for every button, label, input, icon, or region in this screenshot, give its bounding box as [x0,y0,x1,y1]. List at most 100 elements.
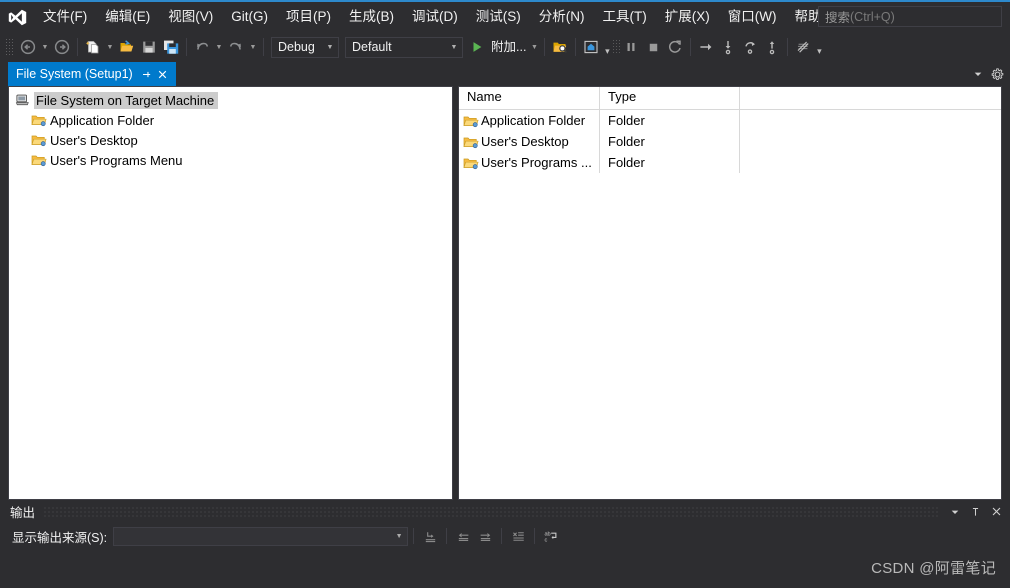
tab-strip-buttons [973,62,1010,86]
debug-overflow-icon[interactable]: ▾ [814,33,824,62]
toolbar-grip[interactable] [5,38,15,56]
save-icon[interactable] [138,36,160,58]
target-machine-icon [15,92,34,108]
step-up-icon[interactable] [761,36,783,58]
restart-icon[interactable] [664,36,686,58]
gear-icon[interactable] [991,67,1004,81]
new-project-dropdown[interactable]: ▼ [104,36,116,58]
attach-label[interactable]: 附加... [488,36,528,58]
menu-item-extensions[interactable]: 扩展(X) [656,5,719,29]
table-row-3[interactable]: User's Programs ... Folder [459,152,1001,173]
watermark: CSDN @阿雷笔记 [871,560,996,577]
previous-message-icon[interactable] [452,525,474,547]
start-debug-icon[interactable] [466,36,488,58]
cell-type: Folder [608,113,645,128]
file-system-tree-pane[interactable]: File System on Target Machine Applicatio… [8,86,453,500]
column-header-name[interactable]: Name [459,87,600,109]
navigate-backward-dropdown[interactable]: ▼ [39,36,51,58]
output-toolbar-separator-3 [501,528,503,544]
folder-icon-3 [463,155,481,171]
toolbar-separator [77,38,78,56]
output-title-bar: 输出 [0,500,1010,523]
cell-type-3: Folder [608,155,645,170]
chevron-down-icon[interactable]: ▼ [322,44,338,51]
pin-icon[interactable] [970,506,981,518]
tab-file-system-setup1[interactable]: File System (Setup1) [8,62,176,86]
chevron-down-icon[interactable] [950,507,960,517]
tab-label: File System (Setup1) [16,67,133,81]
menu-item-git[interactable]: Git(G) [222,5,277,29]
toolbar-separator-7 [787,38,789,56]
cell-name: Application Folder [459,113,600,129]
visual-studio-logo-icon [0,2,34,32]
menu-item-analyze[interactable]: 分析(N) [530,5,594,29]
next-message-icon[interactable] [474,525,496,547]
table-row[interactable]: Application Folder Folder [459,110,1001,131]
step-out-icon[interactable] [739,36,761,58]
grid-line-1 [599,110,600,173]
preview-overflow-icon[interactable]: ▾ [602,33,612,62]
menu-item-tools[interactable]: 工具(T) [594,5,656,29]
tree-node-root[interactable]: File System on Target Machine [9,90,452,110]
tree-node-users-programs-menu[interactable]: User's Programs Menu [9,150,452,170]
solution-platforms-combo[interactable]: Default ▼ [345,36,463,58]
new-project-icon[interactable] [82,36,104,58]
undo-dropdown[interactable]: ▼ [213,36,225,58]
attach-dropdown[interactable]: ▼ [528,36,540,58]
preview-selected-items-icon[interactable] [580,36,602,58]
close-icon[interactable] [991,506,1002,517]
cell-name-3: User's Programs ... [459,155,600,171]
step-over-icon[interactable] [695,36,717,58]
undo-icon[interactable] [191,36,213,58]
chevron-down-icon-2[interactable]: ▼ [446,44,462,51]
output-text-area[interactable]: CSDN @阿雷笔记 [0,549,1010,588]
menu-item-debug[interactable]: 调试(D) [403,5,467,29]
menu-items: 文件(F) 编辑(E) 视图(V) Git(G) 项目(P) 生成(B) 调试(… [34,2,849,32]
search-placeholder-text: 搜索 [825,11,851,25]
navigate-forward-icon[interactable] [51,36,73,58]
menu-item-test[interactable]: 测试(S) [467,5,530,29]
output-toolbar-separator-4 [534,528,536,544]
output-source-combo[interactable]: ▼ [113,526,409,546]
find-in-files-icon[interactable] [549,36,571,58]
output-title-drag-area[interactable] [43,506,940,517]
clear-all-icon[interactable] [507,525,529,547]
navigate-backward-icon[interactable] [17,36,39,58]
table-row-2[interactable]: User's Desktop Folder [459,131,1001,152]
menu-item-edit[interactable]: 编辑(E) [96,5,159,29]
menu-item-view[interactable]: 视图(V) [159,5,222,29]
menu-item-file[interactable]: 文件(F) [34,5,96,29]
tree-node-application-folder[interactable]: Application Folder [9,110,452,130]
column-header-type[interactable]: Type [600,87,740,109]
redo-icon[interactable] [225,36,247,58]
open-file-icon[interactable] [116,36,138,58]
step-into-icon[interactable] [717,36,739,58]
toolbar-grip-2[interactable] [612,39,621,55]
document-tab-strip: File System (Setup1) [0,62,1010,86]
visual-studio-window: 文件(F) 编辑(E) 视图(V) Git(G) 项目(P) 生成(B) 调试(… [0,0,1010,588]
menu-item-project[interactable]: 项目(P) [277,5,340,29]
menu-item-window[interactable]: 窗口(W) [719,5,786,29]
column-header-blank[interactable] [740,87,1001,109]
chevron-down-icon[interactable] [973,69,983,79]
close-icon[interactable] [155,66,171,82]
tree-node-users-desktop[interactable]: User's Desktop [9,130,452,150]
pause-icon[interactable] [620,36,642,58]
menu-item-build[interactable]: 生成(B) [340,5,403,29]
toggle-word-wrap-icon[interactable]: ab c [540,525,562,547]
search-input[interactable]: 搜索 (Ctrl+Q) [818,6,1002,27]
redo-dropdown[interactable]: ▼ [247,36,259,58]
stop-icon[interactable] [642,36,664,58]
pin-icon[interactable] [139,66,155,82]
tree-node-label-3: User's Programs Menu [50,152,183,168]
chevron-down-icon-2[interactable]: ▼ [391,533,407,540]
cell-name-2: User's Desktop [459,134,600,150]
folder-icon [463,113,481,129]
save-all-icon[interactable] [160,36,182,58]
solution-configurations-combo[interactable]: Debug ▼ [271,36,339,58]
go-to-message-icon[interactable] [419,525,441,547]
debug-settings-icon[interactable] [792,36,814,58]
file-system-list-pane[interactable]: Name Type Application Folder Folder User… [458,86,1002,500]
file-system-designer: File System on Target Machine Applicatio… [8,86,1002,500]
output-title: 输出 [10,506,36,520]
